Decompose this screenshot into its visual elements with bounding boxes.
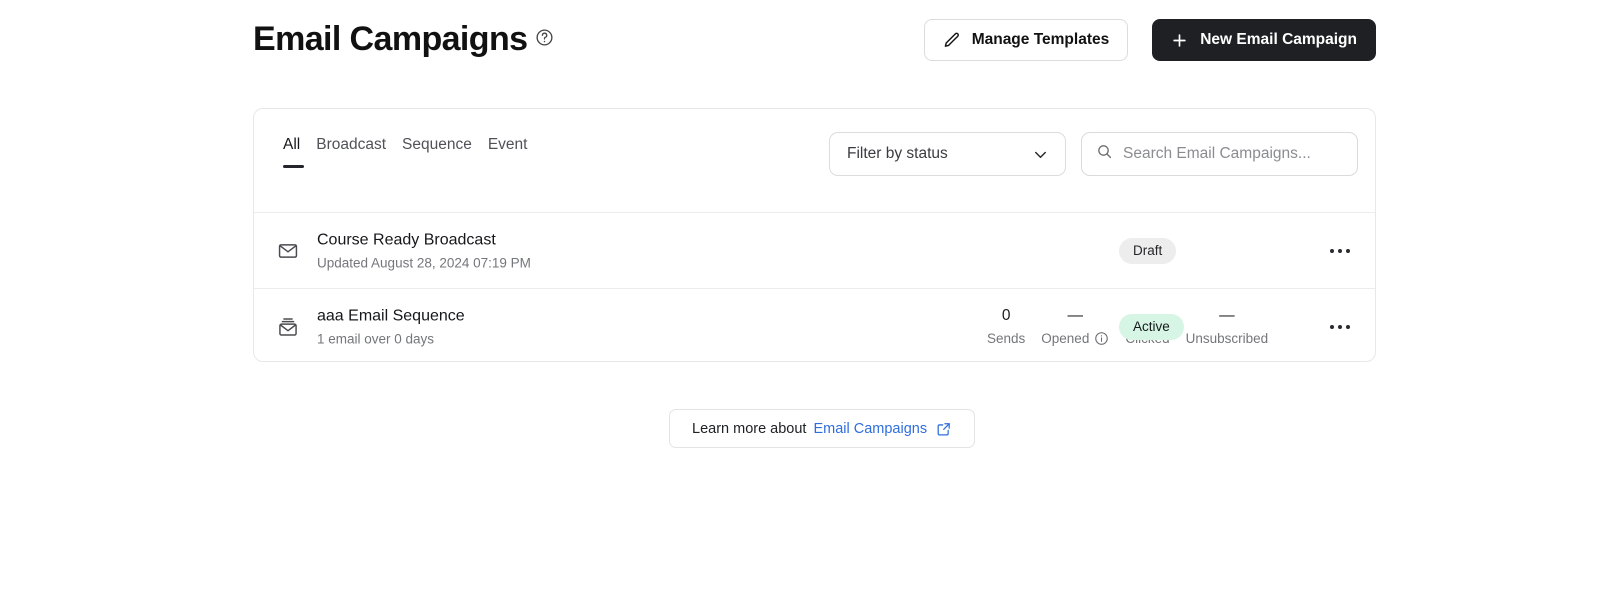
ellipsis-dot (1346, 248, 1350, 253)
campaign-name: aaa Email Sequence (317, 307, 465, 324)
plus-icon (1170, 31, 1189, 50)
search-icon (1096, 143, 1113, 165)
learn-more-text: Learn more about (692, 420, 807, 437)
stat-value: 0 (1001, 306, 1011, 324)
ellipsis-dot (1338, 248, 1342, 253)
stat-label: Opened (1041, 330, 1090, 346)
campaigns-toolbar: All Broadcast Sequence Event Filter by s… (254, 109, 1375, 212)
tab-event[interactable]: Event (480, 136, 536, 168)
help-circle-icon[interactable] (535, 18, 554, 47)
stat-sends: 0 Sends (979, 306, 1033, 348)
tab-broadcast[interactable]: Broadcast (308, 136, 394, 168)
row-text-group: Course Ready Broadcast Updated August 28… (317, 229, 531, 272)
status-badge: Active (1119, 313, 1184, 340)
table-row[interactable]: aaa Email Sequence 1 email over 0 days 0… (254, 288, 1375, 364)
campaign-name: Course Ready Broadcast (317, 231, 496, 248)
filter-by-status-select[interactable]: Filter by status (829, 132, 1066, 176)
new-email-campaign-button[interactable]: New Email Campaign (1152, 19, 1376, 61)
manage-templates-button[interactable]: Manage Templates (923, 19, 1129, 61)
stat-label-row: Sends (987, 330, 1025, 348)
ellipsis-dot (1338, 324, 1342, 329)
info-circle-icon[interactable] (1094, 331, 1109, 346)
tab-event-label: Event (487, 136, 528, 153)
learn-more-link[interactable]: Email Campaigns (813, 421, 927, 437)
stat-value: — (1219, 306, 1235, 324)
ellipsis-dot (1346, 324, 1350, 329)
stat-label: Sends (987, 330, 1026, 346)
pencil-icon (942, 31, 961, 50)
manage-templates-label: Manage Templates (971, 31, 1110, 48)
campaigns-card: All Broadcast Sequence Event Filter by s… (253, 108, 1376, 362)
search-input[interactable] (1123, 133, 1343, 175)
header-actions: Manage Templates New Email Campaign (923, 19, 1376, 61)
page-title-group: Email Campaigns (253, 18, 554, 60)
row-actions-menu-button[interactable] (1323, 236, 1357, 266)
stat-label-row: Unsubscribed (1186, 330, 1269, 348)
ellipsis-dot (1330, 248, 1334, 253)
email-sequence-icon (275, 314, 301, 340)
tab-all-label: All (283, 136, 301, 153)
stat-unsubscribed: — Unsubscribed (1178, 306, 1277, 348)
ellipsis-dot (1330, 324, 1334, 329)
stat-value: — (1067, 306, 1084, 324)
external-link-icon (934, 421, 952, 437)
stat-opened: — Opened (1033, 306, 1117, 348)
campaign-subtitle: 1 email over 0 days (317, 331, 435, 346)
tab-all[interactable]: All (278, 136, 308, 168)
search-campaigns-box[interactable] (1081, 132, 1358, 176)
campaign-subtitle: Updated August 28, 2024 07:19 PM (317, 255, 531, 270)
status-badge: Draft (1119, 237, 1177, 264)
envelope-icon (275, 238, 301, 264)
page-header: Email Campaigns Manage Templates New Ema… (253, 10, 1376, 80)
stat-label-row: Opened (1041, 330, 1109, 348)
tab-sequence-label: Sequence (402, 136, 472, 153)
learn-more-button[interactable]: Learn more about Email Campaigns (669, 409, 976, 448)
chevron-down-icon (1031, 145, 1050, 164)
row-actions-menu-button[interactable] (1323, 312, 1357, 342)
table-row[interactable]: Course Ready Broadcast Updated August 28… (254, 212, 1375, 288)
new-email-campaign-label: New Email Campaign (1200, 31, 1357, 48)
email-campaigns-page: Email Campaigns Manage Templates New Ema… (0, 0, 1597, 594)
tab-broadcast-label: Broadcast (316, 136, 387, 153)
row-text-group: aaa Email Sequence 1 email over 0 days (317, 305, 465, 348)
page-title: Email Campaigns (253, 20, 528, 58)
tab-sequence[interactable]: Sequence (394, 136, 480, 168)
filter-by-status-label: Filter by status (847, 145, 948, 162)
campaign-type-tabs: All Broadcast Sequence Event (278, 136, 535, 168)
stat-label: Unsubscribed (1185, 330, 1269, 346)
